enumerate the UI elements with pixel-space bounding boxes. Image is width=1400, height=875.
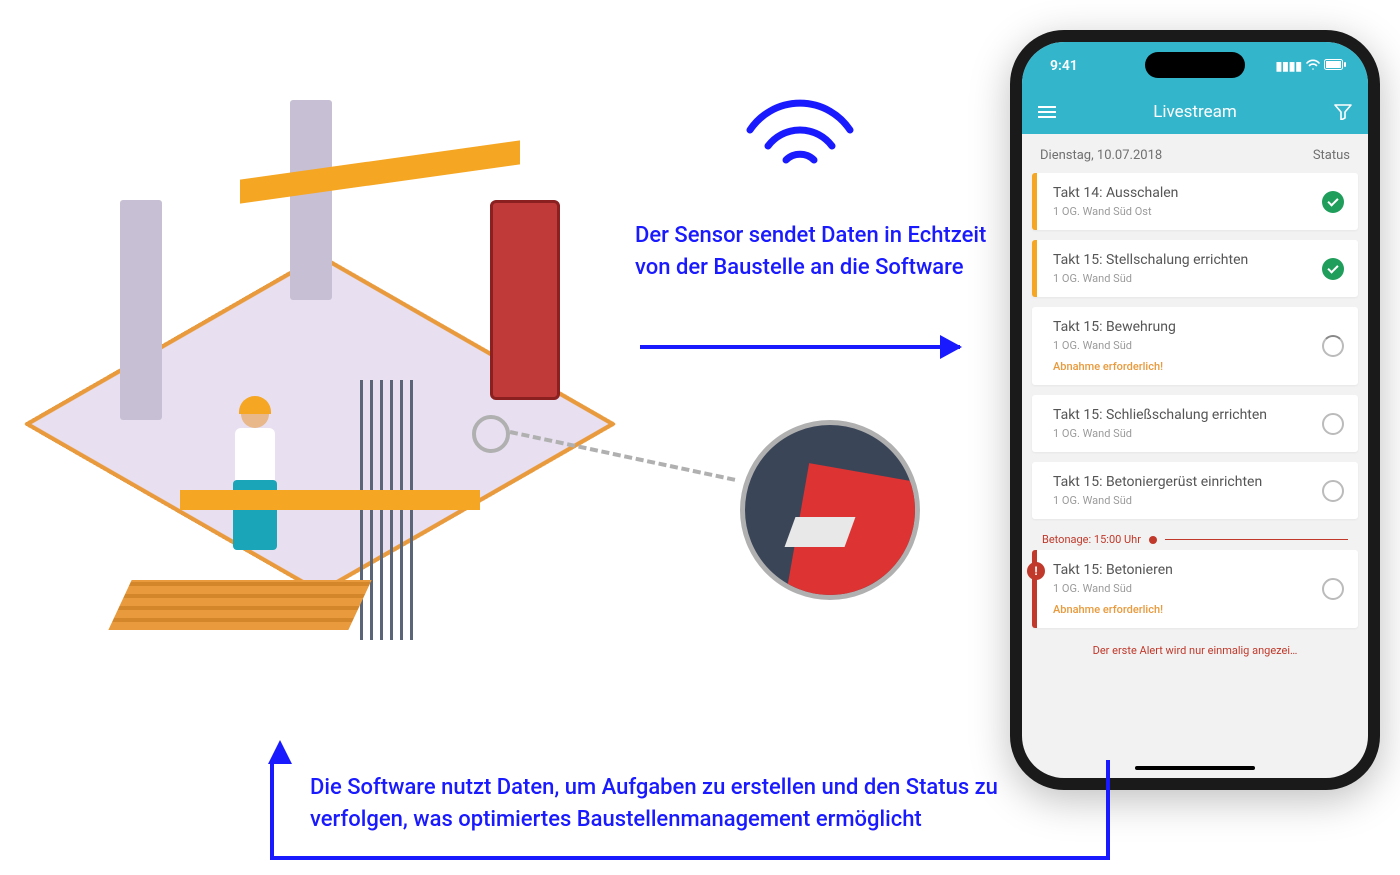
cellular-icon: ▮▮▮▮ [1276, 59, 1302, 73]
arrow-right-icon [640, 345, 960, 349]
wifi-status-icon [1306, 59, 1320, 73]
alert-badge-icon: ! [1027, 562, 1045, 580]
task-subtitle: 1 OG. Wand Süd [1053, 339, 1310, 352]
status-loading-icon [1322, 335, 1344, 357]
task-title: Takt 15: Schließschalung errichten [1053, 407, 1310, 423]
task-card[interactable]: Takt 15: Stellschalung errichten 1 OG. Wa… [1032, 240, 1358, 297]
app-header: Livestream [1022, 90, 1368, 134]
app-title: Livestream [1056, 102, 1334, 122]
task-card[interactable]: Takt 14: Ausschalen 1 OG. Wand Süd Ost [1032, 173, 1358, 230]
task-card[interactable]: Takt 15: Betoniergerüst einrichten 1 OG. … [1032, 462, 1358, 519]
task-subtitle: 1 OG. Wand Süd Ost [1053, 205, 1310, 218]
task-note: Abnahme erforderlich! [1053, 360, 1310, 373]
filter-icon[interactable] [1334, 104, 1352, 120]
task-title: Takt 15: Betonieren [1053, 562, 1310, 578]
date-label: Dienstag, 10.07.2018 [1040, 148, 1162, 163]
task-title: Takt 14: Ausschalen [1053, 185, 1310, 201]
home-indicator [1135, 766, 1255, 770]
truncated-hint: Der erste Alert wird nur einmalig angeze… [1032, 638, 1358, 657]
sensor-detail-illustration [740, 420, 920, 600]
task-subtitle: 1 OG. Wand Süd [1053, 494, 1310, 507]
task-subtitle: 1 OG. Wand Süd [1053, 427, 1310, 440]
divider-label: Betonage: 15:00 Uhr [1042, 533, 1141, 546]
status-column-label: Status [1313, 148, 1350, 163]
callout-ring-icon [472, 415, 510, 453]
task-card[interactable]: !Takt 15: Betonieren1 OG. Wand SüdAbnahm… [1032, 550, 1358, 628]
task-subtitle: 1 OG. Wand Süd [1053, 582, 1310, 595]
task-subtitle: 1 OG. Wand Süd [1053, 272, 1310, 285]
status-time: 9:41 [1050, 58, 1078, 74]
dynamic-island [1145, 52, 1245, 78]
task-note: Abnahme erforderlich! [1053, 603, 1310, 616]
annotation-software-uses: Die Software nutzt Daten, um Aufgaben zu… [310, 772, 1090, 836]
task-title: Takt 15: Betoniergerüst einrichten [1053, 474, 1310, 490]
task-title: Takt 15: Stellschalung errichten [1053, 252, 1310, 268]
task-card[interactable]: Takt 15: Bewehrung 1 OG. Wand Süd Abnahme … [1032, 307, 1358, 385]
status-signal-icons: ▮▮▮▮ [1276, 59, 1346, 73]
wifi-icon [740, 90, 860, 180]
status-done-icon [1322, 191, 1344, 213]
menu-icon[interactable] [1038, 103, 1056, 121]
phone-mockup: 9:41 ▮▮▮▮ Livestream Dienstag, 10.07.201… [1010, 30, 1380, 790]
status-pending-icon [1322, 578, 1344, 600]
annotation-sensor-sends: Der Sensor sendet Daten in Echtzeit von … [635, 220, 995, 284]
task-list: Takt 14: Ausschalen1 OG. Wand Süd OstTak… [1022, 173, 1368, 657]
status-done-icon [1322, 258, 1344, 280]
status-pending-icon [1322, 413, 1344, 435]
date-row: Dienstag, 10.07.2018 Status [1022, 134, 1368, 173]
task-title: Takt 15: Bewehrung [1053, 319, 1310, 335]
task-card[interactable]: Takt 15: Schließschalung errichten 1 OG. … [1032, 395, 1358, 452]
time-divider: Betonage: 15:00 Uhr [1032, 529, 1358, 550]
construction-site-illustration [40, 50, 600, 730]
status-pending-icon [1322, 480, 1344, 502]
battery-icon [1324, 59, 1346, 73]
